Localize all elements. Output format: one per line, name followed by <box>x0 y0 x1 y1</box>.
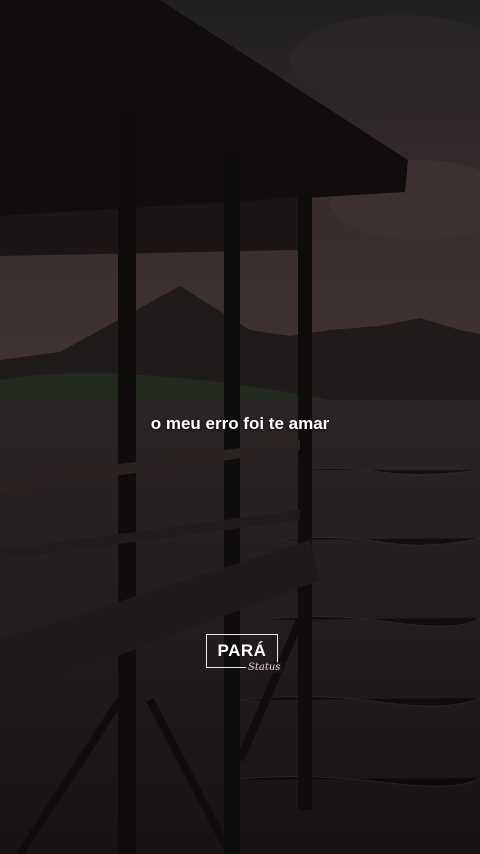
brand-logo: PARÁ Status <box>206 634 283 676</box>
caption-text: o meu erro foi te amar <box>150 414 330 433</box>
video-frame: o meu erro foi te amar PARÁ Status <box>0 0 480 854</box>
logo-title: PARÁ <box>217 641 267 660</box>
logo-subtitle: Status <box>246 662 283 673</box>
